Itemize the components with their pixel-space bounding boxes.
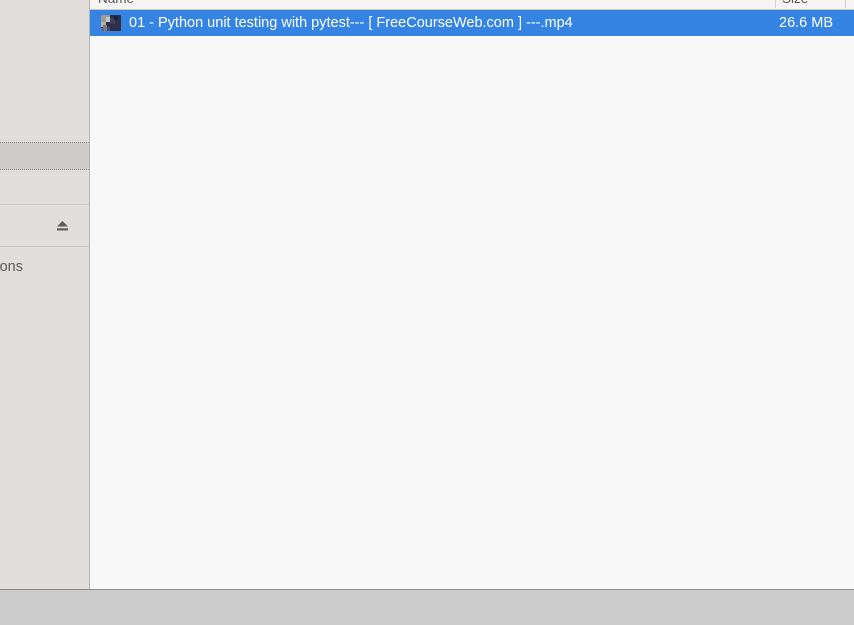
file-name-label: 01 - Python unit testing with pytest--- … <box>129 15 573 31</box>
sidebar-item-downloads[interactable]: nloads <box>0 59 89 87</box>
column-header-name[interactable]: Name <box>98 0 134 6</box>
table-row[interactable]: 01 - Python unit testing with pytest--- … <box>90 10 854 36</box>
column-divider[interactable] <box>775 0 776 8</box>
sidebar-item-other-locations[interactable]: er Locations <box>0 253 89 281</box>
dialog-bottom-bar: Movies <box>0 590 854 625</box>
file-list-pane[interactable]: Name Size 01 - Python unit testi <box>90 0 854 590</box>
eject-icon[interactable] <box>56 220 69 231</box>
column-header-size[interactable]: Size <box>782 0 808 6</box>
file-list-column-header: Name Size <box>90 0 854 10</box>
file-size-label: 26.6 MB <box>779 15 833 31</box>
sidebar-item-documents[interactable]: uments <box>0 31 89 59</box>
column-divider[interactable] <box>845 0 846 8</box>
sidebar-divider <box>0 246 89 247</box>
sidebar-item-trash[interactable]: h <box>0 171 89 199</box>
sidebar-item-label: er Locations <box>0 259 23 275</box>
sidebar-item-live[interactable]: Live <box>0 211 89 239</box>
file-chooser-dialog: ktop uments nloads ic res os h Live <box>0 0 854 625</box>
sidebar-divider <box>0 204 89 205</box>
sidebar-item-music[interactable]: ic <box>0 87 89 115</box>
sidebar-item-desktop[interactable]: ktop <box>0 3 89 31</box>
sidebar-item-pictures[interactable]: res <box>0 115 89 143</box>
video-thumbnail-icon <box>101 15 121 31</box>
places-sidebar[interactable]: ktop uments nloads ic res os h Live <box>0 0 90 590</box>
sidebar-item-videos[interactable]: os <box>0 142 89 170</box>
